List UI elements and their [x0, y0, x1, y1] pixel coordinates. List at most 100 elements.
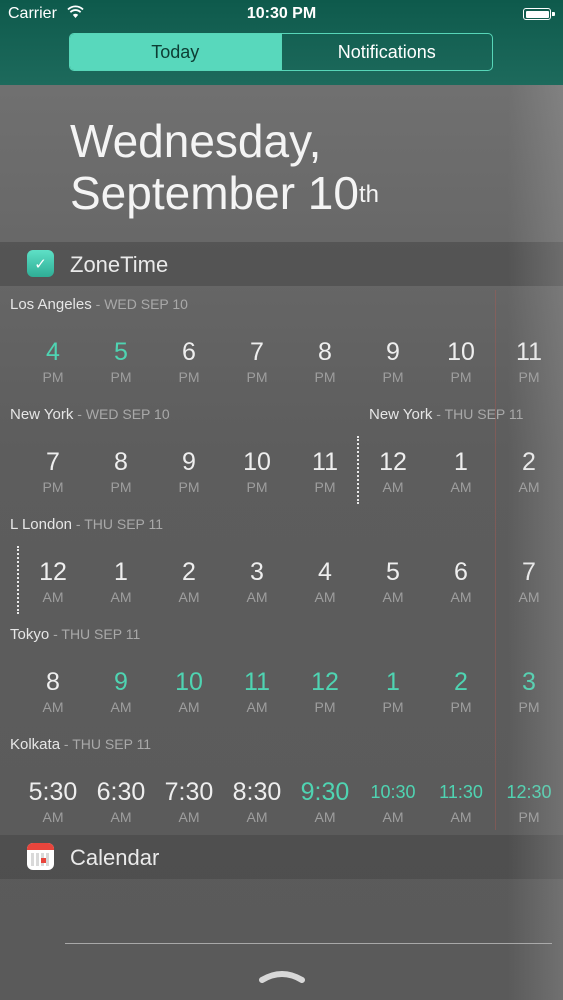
hour-cell[interactable]: 8:30 AM: [223, 778, 291, 826]
hour-cell[interactable]: 5 AM: [359, 558, 427, 606]
hour-value: 5: [114, 338, 128, 366]
hour-cell[interactable]: 4 AM: [291, 558, 359, 606]
hour-cell[interactable]: 10 PM: [223, 448, 291, 496]
meridiem-label: PM: [246, 369, 268, 385]
tab-notifications[interactable]: Notifications: [280, 34, 493, 70]
city-date: THU SEP 11: [444, 406, 524, 422]
status-bar: Carrier 10:30 PM: [0, 0, 563, 30]
hour-value: 1: [386, 668, 400, 696]
meridiem-label: AM: [110, 809, 132, 825]
meridiem-label: PM: [42, 369, 64, 385]
meridiem-label: AM: [314, 589, 336, 605]
check-icon: ✓: [27, 250, 54, 277]
meridiem-label: AM: [450, 479, 472, 495]
divider: [65, 943, 552, 944]
hour-cell[interactable]: 7 PM: [19, 448, 87, 496]
segmented-control: Today Notifications: [69, 33, 493, 71]
hour-value: 6:30: [96, 778, 146, 806]
hour-cell[interactable]: 3 AM: [223, 558, 291, 606]
meridiem-label: AM: [382, 589, 404, 605]
hour-cell[interactable]: 6 PM: [155, 338, 223, 386]
hour-cell[interactable]: 7:30 AM: [155, 778, 223, 826]
meridiem-label: PM: [518, 369, 540, 385]
city-date: THU SEP 11: [84, 516, 164, 532]
hour-value: 10:30: [370, 782, 416, 802]
hour-cell[interactable]: 1 AM: [87, 558, 155, 606]
hour-cell[interactable]: 5:30 AM: [19, 778, 87, 826]
battery-icon: [523, 8, 555, 20]
hour-cell[interactable]: 12:30 PM: [495, 778, 563, 826]
hour-cell[interactable]: 9 PM: [155, 448, 223, 496]
hour-cell[interactable]: 9 PM: [359, 338, 427, 386]
hour-cell[interactable]: 11 AM: [223, 668, 291, 716]
clock: 10:30 PM: [246, 5, 317, 22]
city-label: Tokyo - THU SEP 11: [10, 626, 141, 643]
meridiem-label: AM: [178, 589, 200, 605]
meridiem-label: PM: [518, 809, 540, 825]
hour-value: 5:30: [28, 778, 78, 806]
hour-cell[interactable]: 7 PM: [223, 338, 291, 386]
weekday-label: Wednesday,: [70, 115, 322, 167]
widget-title: ZoneTime: [70, 252, 169, 277]
meridiem-label: PM: [382, 369, 404, 385]
hour-cell[interactable]: 10 AM: [155, 668, 223, 716]
hour-cell[interactable]: 12 AM: [19, 558, 87, 606]
hour-cell[interactable]: 9:30 AM: [291, 778, 359, 826]
hour-value: 11: [516, 338, 542, 366]
hour-cell[interactable]: 4 PM: [19, 338, 87, 386]
hour-cell[interactable]: 5 PM: [87, 338, 155, 386]
meridiem-label: AM: [42, 589, 64, 605]
hour-cell[interactable]: 6 AM: [427, 558, 495, 606]
meridiem-label: AM: [42, 809, 64, 825]
hour-cell[interactable]: 12 AM: [359, 448, 427, 496]
hour-value: 8: [114, 448, 128, 476]
hour-cell[interactable]: 2 AM: [155, 558, 223, 606]
hour-cell[interactable]: 11:30 AM: [427, 778, 495, 826]
city-name: New York: [369, 406, 433, 423]
hour-cell[interactable]: 2 AM: [495, 448, 563, 496]
tab-today[interactable]: Today: [70, 34, 281, 70]
hour-cell[interactable]: 2 PM: [427, 668, 495, 716]
zonetime-widget-header[interactable]: ✓ ZoneTime: [0, 242, 563, 286]
meridiem-label: PM: [450, 369, 472, 385]
meridiem-label: AM: [110, 589, 132, 605]
meridiem-label: PM: [178, 479, 200, 495]
meridiem-label: AM: [178, 809, 200, 825]
hour-value: 12: [39, 558, 67, 586]
hour-cell[interactable]: 11 PM: [495, 338, 563, 386]
day-change-divider: [357, 436, 359, 504]
hour-value: 9: [386, 338, 400, 366]
meridiem-label: PM: [518, 699, 540, 715]
city-label: Los Angeles - WED SEP 10: [10, 296, 188, 313]
hour-value: 10: [175, 668, 203, 696]
hour-value: 7:30: [164, 778, 214, 806]
hour-cell[interactable]: 8 PM: [291, 338, 359, 386]
grabber-icon[interactable]: [258, 968, 306, 986]
date-header: Wednesday, September 10th: [70, 115, 379, 219]
hour-value: 11:30: [439, 782, 483, 802]
hour-cell[interactable]: 1 AM: [427, 448, 495, 496]
hour-cell[interactable]: 3 PM: [495, 668, 563, 716]
city-date: THU SEP 11: [72, 736, 152, 752]
hour-value: 5: [386, 558, 400, 586]
hour-cell[interactable]: 6:30 AM: [87, 778, 155, 826]
hour-value: 1: [114, 558, 128, 586]
hour-cell[interactable]: 8 PM: [87, 448, 155, 496]
meridiem-label: AM: [518, 589, 540, 605]
hour-value: 12: [379, 448, 407, 476]
meridiem-label: PM: [382, 699, 404, 715]
meridiem-label: AM: [450, 809, 472, 825]
hour-cell[interactable]: 1 PM: [359, 668, 427, 716]
hour-cell[interactable]: 9 AM: [87, 668, 155, 716]
hour-cell[interactable]: 8 AM: [19, 668, 87, 716]
calendar-widget-header[interactable]: Calendar: [0, 835, 563, 879]
hour-cell[interactable]: 10:30 AM: [359, 778, 427, 826]
hour-cell[interactable]: 12 PM: [291, 668, 359, 716]
city-name: L London: [10, 516, 73, 533]
hour-cell[interactable]: 10 PM: [427, 338, 495, 386]
hour-value: 2: [454, 668, 468, 696]
hour-cell[interactable]: 11 PM: [291, 448, 359, 496]
hour-value: 11: [312, 448, 338, 476]
meridiem-label: PM: [450, 699, 472, 715]
hour-cell[interactable]: 7 AM: [495, 558, 563, 606]
